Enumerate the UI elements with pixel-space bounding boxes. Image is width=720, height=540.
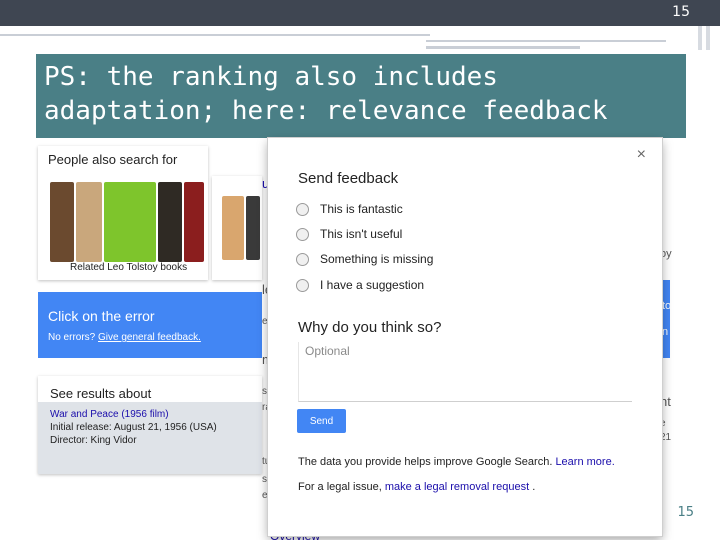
- book-cover[interactable]: [76, 182, 102, 262]
- data-note-text: The data you provide helps improve Googl…: [298, 456, 553, 468]
- click-error-sub: No errors? Give general feedback.: [48, 332, 201, 343]
- result-release: Initial release: August 21, 1956 (USA): [50, 422, 217, 433]
- book-cover[interactable]: [50, 182, 74, 262]
- option-not-useful[interactable]: This isn't useful: [296, 225, 402, 243]
- slide-title-box: PS: the ranking also includes adaptation…: [36, 54, 686, 138]
- option-label: This is fantastic: [320, 202, 403, 216]
- option-missing[interactable]: Something is missing: [296, 250, 433, 268]
- book-cover[interactable]: [222, 196, 244, 260]
- see-results-panel: See results about War and Peace (1956 fi…: [38, 376, 262, 474]
- decorative-line: [0, 34, 430, 36]
- legal-note: For a legal issue, make a legal removal …: [298, 481, 535, 493]
- legal-note-end: .: [532, 481, 536, 493]
- learn-more-link[interactable]: Learn more.: [555, 456, 614, 468]
- slide-title: PS: the ranking also includes adaptation…: [44, 62, 608, 126]
- option-suggestion[interactable]: I have a suggestion: [296, 276, 424, 294]
- general-feedback-link[interactable]: Give general feedback.: [98, 332, 201, 343]
- bleed-fragment: s: [262, 386, 267, 397]
- option-label: This isn't useful: [320, 227, 403, 241]
- data-note: The data you provide helps improve Googl…: [298, 456, 615, 468]
- see-results-body[interactable]: War and Peace (1956 film) Initial releas…: [38, 402, 262, 474]
- result-director: Director: King Vidor: [50, 435, 137, 446]
- decorative-line: [426, 46, 580, 49]
- decorative-bar: [706, 26, 710, 50]
- books-caption: Related Leo Tolstoy books: [70, 262, 188, 273]
- page-number-bottom: 15: [677, 505, 694, 520]
- send-button[interactable]: Send: [297, 409, 346, 433]
- dialog-title: Send feedback: [298, 170, 399, 187]
- bleed-fragment: n: [662, 326, 669, 338]
- result-link[interactable]: War and Peace (1956 film): [50, 408, 250, 421]
- click-error-title: Click on the error: [48, 308, 155, 324]
- option-fantastic[interactable]: This is fantastic: [296, 200, 403, 218]
- book-cover[interactable]: [246, 196, 260, 260]
- book-carousel[interactable]: [38, 174, 208, 274]
- bleed-fragment: s: [262, 474, 267, 485]
- bleed-fragment: e: [262, 490, 268, 501]
- legal-note-text: For a legal issue,: [298, 481, 382, 493]
- page-number-top: 15: [672, 4, 690, 20]
- radio-button[interactable]: [296, 202, 309, 216]
- people-also-search-heading: People also search for: [48, 152, 178, 167]
- radio-button[interactable]: [296, 278, 309, 292]
- book-cover[interactable]: [158, 182, 182, 262]
- why-question: Why do you think so?: [298, 319, 442, 336]
- bleed-fragment: to: [662, 300, 672, 312]
- decorative-line: [426, 40, 666, 42]
- radio-button[interactable]: [296, 252, 309, 266]
- see-results-heading: See results about: [50, 386, 152, 401]
- click-error-panel: Click on the error No errors? Give gener…: [38, 292, 262, 358]
- slide-top-bar: [0, 0, 720, 26]
- option-label: I have a suggestion: [320, 278, 425, 292]
- people-also-search-panel-2: [212, 176, 262, 280]
- book-cover[interactable]: [184, 182, 204, 262]
- radio-button[interactable]: [296, 227, 309, 241]
- feedback-textarea[interactable]: [298, 342, 632, 402]
- book-cover[interactable]: [104, 182, 156, 262]
- close-icon[interactable]: ×: [637, 146, 646, 164]
- people-also-search-panel: People also search for Related Leo Tolst…: [38, 146, 208, 280]
- legal-removal-link[interactable]: make a legal removal request: [385, 481, 529, 493]
- decorative-bar: [698, 26, 702, 50]
- send-feedback-dialog: × Send feedback This is fantastic This i…: [268, 138, 662, 536]
- option-label: Something is missing: [320, 252, 434, 266]
- no-errors-label: No errors?: [48, 332, 96, 343]
